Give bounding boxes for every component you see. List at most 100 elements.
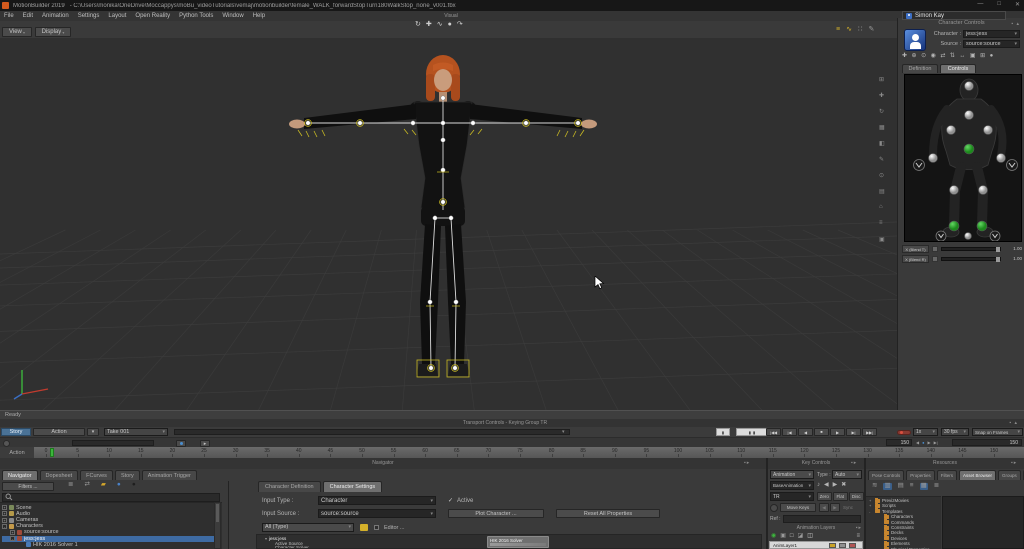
menu-settings[interactable]: Settings bbox=[78, 13, 100, 19]
grid-icon[interactable]: ∷ bbox=[858, 26, 862, 33]
layer-lock-icon[interactable] bbox=[829, 542, 836, 548]
tab-story[interactable]: Story bbox=[114, 470, 140, 480]
solver-value-chip[interactable]: HIK 2016 Solver bbox=[487, 536, 549, 548]
user-account-badge[interactable]: Simon Kay bbox=[902, 11, 1006, 20]
full-body-icon[interactable]: ⊙ bbox=[921, 53, 926, 59]
expander-icon[interactable]: + bbox=[869, 503, 873, 508]
play-button[interactable]: ▶ bbox=[830, 428, 845, 436]
frame-end-field[interactable]: 150 bbox=[952, 439, 1022, 446]
frame-nav-icon[interactable]: ◀ bbox=[916, 440, 919, 445]
frame-display-toggle[interactable]: ▮ bbox=[716, 428, 730, 436]
close-button[interactable]: ✕ bbox=[1015, 1, 1020, 8]
snap-dropdown[interactable]: Snap on Frames ▾ bbox=[972, 428, 1023, 436]
record-button[interactable] bbox=[897, 429, 911, 435]
speed-dropdown[interactable]: 1x ▾ bbox=[913, 428, 938, 436]
display-menu-button[interactable]: Display ▾ bbox=[35, 27, 71, 37]
play-small-button[interactable]: ▸ bbox=[200, 440, 210, 447]
dot-icon[interactable]: ● bbox=[448, 21, 452, 28]
menu-file[interactable]: File bbox=[4, 13, 14, 19]
key-circle-button[interactable] bbox=[770, 504, 778, 512]
asset-folder-scripts[interactable]: + Scripts bbox=[869, 502, 896, 508]
frame-display-mode[interactable]: ▮▮ bbox=[736, 428, 770, 436]
expander-icon[interactable]: + bbox=[10, 529, 15, 535]
menu-icon[interactable]: ≡ bbox=[856, 533, 860, 539]
ref-field[interactable] bbox=[783, 514, 861, 523]
pin-rotate-icon[interactable]: ↔ bbox=[959, 53, 965, 59]
small-list-icon[interactable]: ≡ bbox=[910, 482, 914, 490]
step-back-button[interactable]: ◀ bbox=[798, 428, 813, 436]
reach-icon[interactable]: ● bbox=[990, 53, 994, 59]
pin-icon[interactable]: ▪▸ bbox=[851, 460, 857, 466]
new-layer-icon[interactable]: ◉ bbox=[771, 533, 776, 539]
tab-pose-controls[interactable]: Pose Controls bbox=[868, 470, 905, 480]
tab-story[interactable]: Story bbox=[1, 428, 31, 436]
layer-row[interactable]: AnimLayer1 bbox=[769, 541, 863, 549]
zoom-field[interactable] bbox=[72, 440, 154, 446]
expander-icon[interactable]: - bbox=[869, 509, 873, 514]
source-dropdown[interactable]: source:source ▾ bbox=[963, 40, 1020, 48]
tab-dopesheet[interactable]: Dopesheet bbox=[39, 470, 79, 480]
expander-icon[interactable]: + bbox=[2, 511, 7, 517]
list-icon[interactable]: ≡ bbox=[879, 220, 883, 226]
tab-action[interactable]: Action bbox=[33, 428, 85, 436]
reset-all-properties-button[interactable]: Reset All Properties bbox=[556, 509, 660, 518]
tab-asset-browser[interactable]: Asset Browser bbox=[959, 470, 997, 480]
take-scrub-bar[interactable] bbox=[174, 429, 570, 435]
sync-icon[interactable]: ⇄ bbox=[84, 481, 89, 489]
blend-slider[interactable] bbox=[941, 247, 1001, 252]
fcurve-icon[interactable]: ∿ bbox=[846, 26, 852, 33]
keying-group-dropdown[interactable]: TR ▾ bbox=[770, 492, 814, 501]
view-menu-button[interactable]: View ▾ bbox=[2, 27, 32, 37]
detail-list-icon[interactable]: ≣ bbox=[934, 482, 939, 490]
timeline-ruler[interactable]: Action 0 5 10 15 20 25 30 35 40 45 50 55 60 65 70 75 80 8… bbox=[0, 447, 1024, 458]
menu-animation[interactable]: Animation bbox=[42, 13, 69, 19]
frame-nav-icon[interactable]: ▶| bbox=[934, 440, 938, 445]
pin-icon[interactable]: ▪▸ bbox=[1011, 460, 1017, 466]
go-to-start-button[interactable]: |◀◀ bbox=[766, 428, 781, 436]
editor-checkbox[interactable] bbox=[374, 525, 379, 530]
tab-fcurves[interactable]: FCurves bbox=[80, 470, 113, 480]
flat-view-icon[interactable]: ▤ bbox=[898, 482, 904, 490]
tab-animation-trigger[interactable]: Animation Trigger bbox=[141, 470, 197, 480]
menu-help[interactable]: Help bbox=[253, 13, 265, 19]
nudge-right-button[interactable]: ▶ bbox=[830, 503, 840, 512]
layer-solo-icon[interactable] bbox=[849, 542, 856, 548]
tab-character-settings[interactable]: Character Settings bbox=[322, 481, 383, 492]
body-part-icon[interactable]: ◉ bbox=[931, 53, 936, 59]
pin-icon[interactable]: ▪ ▴ bbox=[1011, 21, 1020, 27]
plot-character-button[interactable]: Plot Character ... bbox=[448, 509, 544, 518]
t-pose-icon[interactable]: ⊕ bbox=[912, 53, 917, 59]
delete-key-icon[interactable]: ✖ bbox=[841, 482, 846, 488]
expander-icon[interactable]: ▾ bbox=[265, 536, 267, 541]
layer-light-icon[interactable]: □ bbox=[790, 533, 794, 539]
next-key-icon[interactable]: ▶ bbox=[833, 482, 838, 488]
tab-definition[interactable]: Definition bbox=[902, 64, 938, 73]
selection-icon[interactable]: ▣ bbox=[970, 53, 976, 59]
settings-row-character-solver[interactable]: Character Solver bbox=[275, 545, 309, 548]
move-keys-button[interactable]: Move Keys bbox=[780, 503, 816, 512]
hand-icon[interactable]: ◪ bbox=[798, 533, 804, 539]
nudge-left-button[interactable]: ◀ bbox=[819, 503, 829, 512]
column-view-icon[interactable]: ▥ bbox=[883, 482, 892, 490]
step-back-key-button[interactable]: |◀ bbox=[782, 428, 797, 436]
menu-layout[interactable]: Layout bbox=[108, 13, 126, 19]
input-type-dropdown[interactable]: Character ▾ bbox=[318, 496, 436, 505]
zero-key-button[interactable]: Zero bbox=[817, 492, 832, 501]
layer-mute-icon[interactable] bbox=[839, 542, 846, 548]
list-view-icon[interactable]: ≣ bbox=[68, 481, 73, 489]
input-source-dropdown[interactable]: source:source ▾ bbox=[318, 509, 436, 518]
box-icon[interactable]: ▣ bbox=[879, 236, 885, 243]
target-icon[interactable]: ⊙ bbox=[879, 172, 884, 179]
tab-navigator[interactable]: Navigator bbox=[2, 470, 38, 480]
animation-menu-button[interactable]: Animation ▾ bbox=[770, 470, 814, 479]
type-filter-dropdown[interactable]: All (Type) ▾ bbox=[262, 522, 354, 532]
frame-nav-icon[interactable]: ● bbox=[922, 440, 924, 445]
tree-scrollbar[interactable] bbox=[214, 502, 221, 549]
expander-icon[interactable]: - bbox=[10, 536, 15, 542]
frame-start-field[interactable]: 150 bbox=[886, 439, 912, 446]
active-checkbox[interactable]: ✓ bbox=[448, 497, 453, 504]
orbit-icon[interactable]: ↻ bbox=[415, 21, 421, 28]
character-model[interactable] bbox=[288, 50, 598, 395]
tab-character-definition[interactable]: Character Definition bbox=[258, 481, 321, 492]
blend-slider[interactable] bbox=[941, 257, 1001, 262]
